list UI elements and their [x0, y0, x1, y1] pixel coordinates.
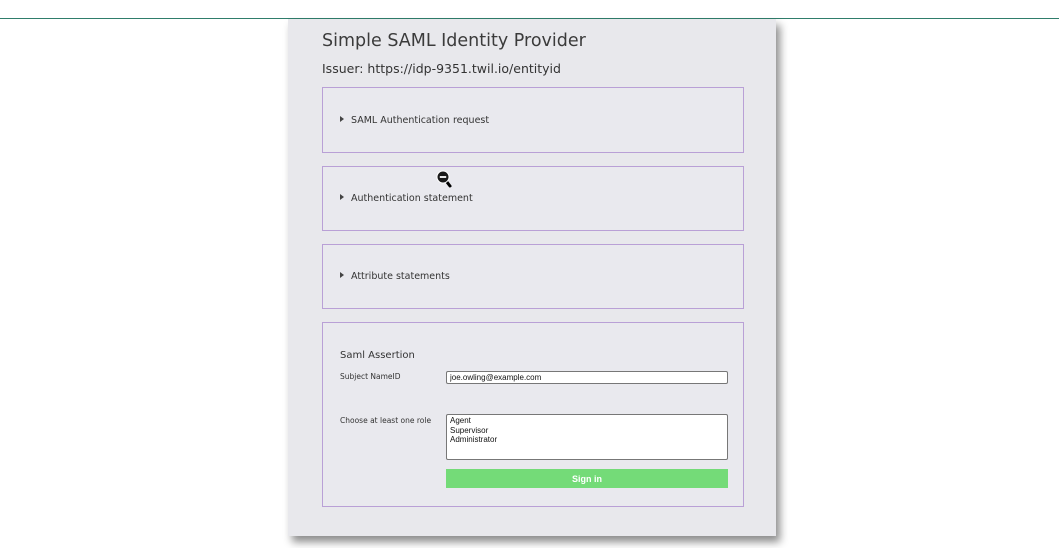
- panel-saml-assertion: Saml Assertion Subject NameID Choose at …: [322, 322, 744, 507]
- idp-card: Simple SAML Identity Provider Issuer: ht…: [288, 19, 776, 536]
- saml-assertion-title: Saml Assertion: [340, 350, 415, 361]
- zoom-out-cursor-icon: [436, 170, 452, 188]
- panel-attribute-statements: Attribute statements: [322, 244, 744, 309]
- role-option-administrator[interactable]: Administrator: [450, 435, 727, 445]
- roles-label: Choose at least one role: [340, 416, 432, 425]
- authn-statement-label: Authentication statement: [351, 193, 473, 204]
- panel-authn-statement: Authentication statement: [322, 166, 744, 231]
- saml-request-label: SAML Authentication request: [351, 115, 490, 126]
- disclosure-triangle-icon: [340, 272, 344, 278]
- attribute-statements-label: Attribute statements: [351, 271, 450, 282]
- page-title: Simple SAML Identity Provider: [322, 31, 586, 51]
- role-option-supervisor[interactable]: Supervisor: [450, 426, 727, 436]
- subject-nameid-label: Subject NameID: [340, 372, 401, 381]
- subject-nameid-input[interactable]: [446, 371, 728, 384]
- disclosure-triangle-icon: [340, 194, 344, 200]
- panel-saml-request: SAML Authentication request: [322, 87, 744, 153]
- disclosure-triangle-icon: [340, 116, 344, 122]
- roles-select[interactable]: Agent Supervisor Administrator: [446, 414, 728, 460]
- attribute-statements-toggle[interactable]: Attribute statements: [340, 271, 450, 282]
- issuer-text: Issuer: https://idp-9351.twil.io/entityi…: [322, 61, 561, 76]
- saml-request-toggle[interactable]: SAML Authentication request: [340, 115, 489, 126]
- authn-statement-toggle[interactable]: Authentication statement: [340, 193, 473, 204]
- sign-in-button[interactable]: Sign in: [446, 469, 728, 488]
- role-option-agent[interactable]: Agent: [450, 416, 727, 426]
